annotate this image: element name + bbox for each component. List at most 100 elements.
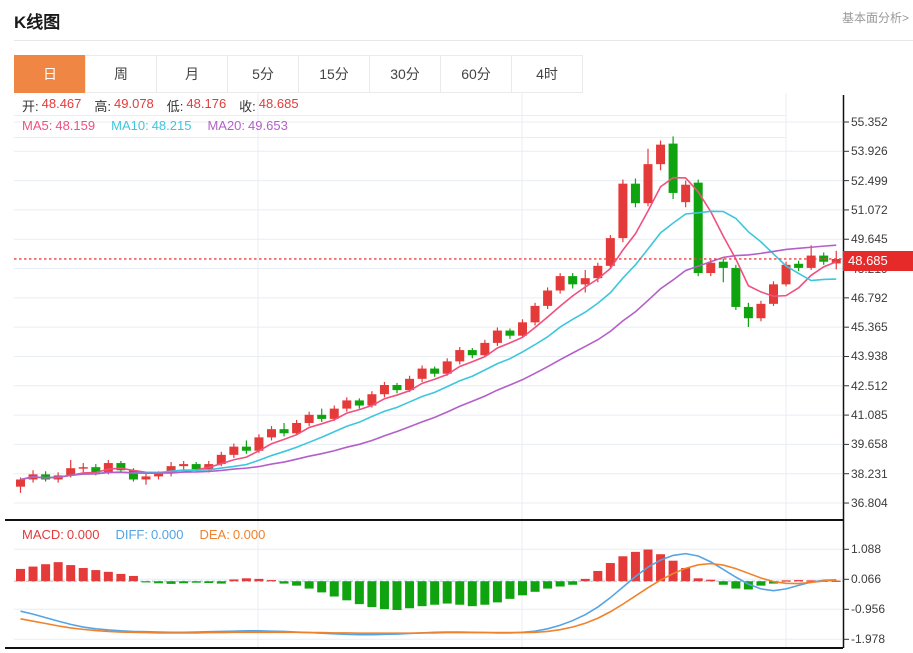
macd-hist-bar <box>342 581 352 601</box>
macd-hist-bar <box>354 581 364 605</box>
macd-hist-bar <box>379 581 389 610</box>
tab-60分[interactable]: 60分 <box>440 55 512 93</box>
ma5-legend: MA5: 48.159 <box>22 118 95 133</box>
price-axis-label: 51.072 <box>851 202 888 217</box>
macd-hist-bar <box>442 581 452 604</box>
macd-hist-bar <box>267 580 276 582</box>
tab-30分[interactable]: 30分 <box>369 55 441 93</box>
candle-body <box>354 400 364 406</box>
macd-value: 0.000 <box>66 527 100 542</box>
candle-body <box>605 238 615 266</box>
macd-hist-bar <box>492 581 502 603</box>
last-price-badge: 48.685 <box>843 251 913 271</box>
price-axis-label: 41.085 <box>851 408 888 423</box>
ma20-label: MA20: <box>207 118 246 133</box>
macd-axis-label: 1.088 <box>851 542 882 557</box>
macd-hist-bar <box>518 581 527 596</box>
price-axis-label: 39.658 <box>851 437 888 452</box>
macd-hist-bar <box>781 580 791 582</box>
candle-body <box>806 255 816 268</box>
macd-hist-bar <box>78 568 88 582</box>
macd-label: MACD: <box>22 527 64 542</box>
macd-hist-bar <box>141 581 151 583</box>
candle-body <box>179 464 189 467</box>
macd-hist-bar <box>279 581 289 584</box>
macd-hist-bar <box>116 573 126 582</box>
macd-hist-bar <box>41 564 51 582</box>
macd-hist-bar <box>580 578 590 582</box>
macd-value-legend: MACD: 0.000 <box>22 527 99 542</box>
candle-body <box>417 368 427 379</box>
candle-body <box>630 183 640 204</box>
candle-body <box>467 350 477 356</box>
candle-body <box>769 284 778 304</box>
macd-hist-bar <box>16 568 25 582</box>
price-axis-label: 49.645 <box>851 232 888 247</box>
candle-body <box>430 368 440 374</box>
macd-hist-bar <box>467 581 477 607</box>
tab-4时[interactable]: 4时 <box>511 55 583 93</box>
macd-axis-label: -0.956 <box>851 602 886 617</box>
ma20-value: 49.653 <box>248 118 288 133</box>
macd-hist-bar <box>128 575 138 582</box>
candle-body <box>743 306 753 319</box>
candle-body <box>518 322 527 336</box>
macd-axis-label: 0.066 <box>851 572 882 587</box>
macd-hist-bar <box>329 581 339 597</box>
diff-line <box>20 552 837 636</box>
candle-body <box>292 422 302 434</box>
candle-body <box>543 290 553 306</box>
diff-value-legend: DIFF: 0.000 <box>115 527 183 542</box>
macd-hist-bar <box>605 563 615 582</box>
ma-legend: MA5: 48.159 MA10: 48.215 MA20: 49.653 <box>22 118 288 133</box>
fundamental-analysis-link[interactable]: 基本面分析> <box>842 9 909 26</box>
macd-hist-bar <box>254 578 264 582</box>
candle-body <box>342 400 352 409</box>
ma10-legend: MA10: 48.215 <box>111 118 191 133</box>
price-axis-label: 53.926 <box>851 144 888 159</box>
candle-body <box>103 463 113 473</box>
open-label: 开: <box>22 99 39 114</box>
candle-body <box>480 342 490 356</box>
tab-15分[interactable]: 15分 <box>298 55 370 93</box>
macd-hist-bar <box>28 566 38 582</box>
macd-hist-bar <box>292 581 302 586</box>
ohlc-open: 开: 48.467 <box>22 96 81 115</box>
macd-hist-bar <box>618 556 628 582</box>
ohlc-high: 高: 49.078 <box>94 96 153 115</box>
tab-周[interactable]: 周 <box>85 55 157 93</box>
tab-日[interactable]: 日 <box>14 55 86 93</box>
macd-hist-bar <box>555 581 565 587</box>
macd-hist-bar <box>392 581 402 611</box>
price-axis-label: 43.938 <box>851 349 888 364</box>
macd-hist-bar <box>794 580 804 582</box>
candle-body <box>718 261 728 268</box>
macd-hist-bar <box>756 581 766 586</box>
ma10-line <box>20 210 837 481</box>
macd-hist-bar <box>668 560 678 582</box>
macd-hist-bar <box>229 579 239 582</box>
candle-body <box>317 414 327 419</box>
macd-hist-bar <box>505 581 515 599</box>
candle-body <box>681 184 691 203</box>
ma5-value: 48.159 <box>55 118 96 133</box>
ma5-line <box>20 176 837 481</box>
candle-body <box>392 384 402 391</box>
open-value: 48.467 <box>41 96 82 111</box>
candle-body <box>731 267 741 307</box>
tab-月[interactable]: 月 <box>156 55 228 93</box>
high-label: 高: <box>94 99 112 114</box>
macd-hist-bar <box>405 581 415 609</box>
macd-hist-bar <box>430 581 440 605</box>
candle-body <box>668 143 678 193</box>
header-divider <box>14 40 913 41</box>
ma10-label: MA10: <box>111 118 149 133</box>
macd-hist-bar <box>593 570 603 582</box>
close-value: 48.685 <box>258 96 299 111</box>
candle-body <box>555 276 565 291</box>
macd-hist-bar <box>154 581 164 584</box>
macd-hist-bar <box>191 581 201 583</box>
tab-5分[interactable]: 5分 <box>227 55 299 93</box>
dea-value: 0.000 <box>232 527 266 542</box>
price-axis-label: 52.499 <box>851 173 888 188</box>
